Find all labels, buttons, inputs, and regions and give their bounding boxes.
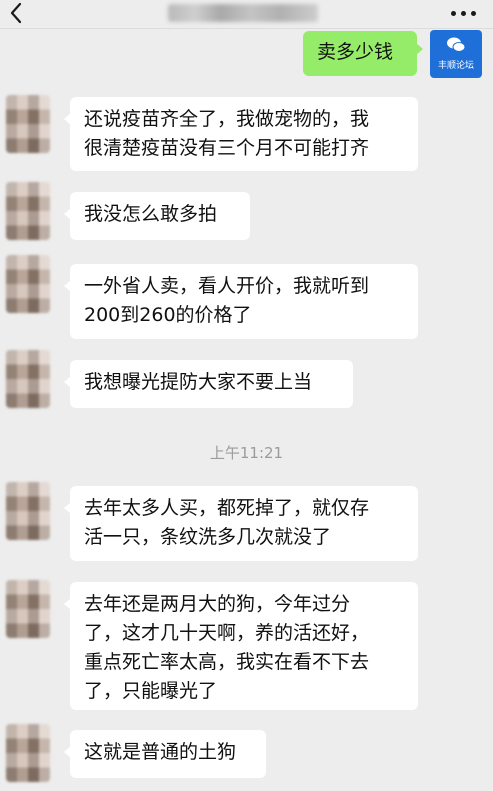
avatar[interactable] <box>6 95 50 153</box>
avatar[interactable] <box>6 255 50 313</box>
message-bubble-incoming[interactable]: 还说疫苗齐全了，我做宠物的，我 很清楚疫苗没有三个月不可能打齐 <box>64 97 418 171</box>
message-bubble-incoming[interactable]: 我想曝光提防大家不要上当 <box>64 360 353 408</box>
chat-title-blurred <box>168 4 318 22</box>
avatar[interactable] <box>6 182 50 240</box>
self-avatar[interactable]: 丰顺论坛 <box>430 30 482 78</box>
message-bubble-incoming[interactable]: 一外省人卖，看人开价，我就听到 200到260的价格了 <box>64 264 418 339</box>
more-dots-icon <box>451 11 456 16</box>
more-button[interactable] <box>449 8 479 20</box>
header-divider <box>0 28 493 29</box>
message-bubble-incoming[interactable]: 去年太多人买，都死掉了，就仅存 活一只，条纹洗多几次就没了 <box>64 486 418 561</box>
message-bubble-outgoing[interactable]: 卖多少钱 <box>303 31 423 76</box>
message-bubble-incoming[interactable]: 我没怎么敢多拍 <box>64 192 250 240</box>
chat-header <box>0 0 493 28</box>
self-avatar-caption: 丰顺论坛 <box>437 61 474 71</box>
avatar[interactable] <box>6 350 50 408</box>
message-bubble-incoming[interactable]: 去年还是两月大的狗，今年过分 了，这才几十天啊，养的活还好， 重点死亡率太高，我… <box>64 582 418 710</box>
back-button[interactable] <box>4 0 30 28</box>
message-timestamp: 上午11:21 <box>209 444 284 462</box>
avatar[interactable] <box>6 724 50 782</box>
chevron-left-icon <box>10 2 22 24</box>
message-bubble-incoming[interactable]: 这就是普通的土狗 <box>64 730 266 778</box>
avatar[interactable] <box>6 482 50 540</box>
avatar[interactable] <box>6 580 50 638</box>
wechat-logo-icon <box>447 37 466 52</box>
